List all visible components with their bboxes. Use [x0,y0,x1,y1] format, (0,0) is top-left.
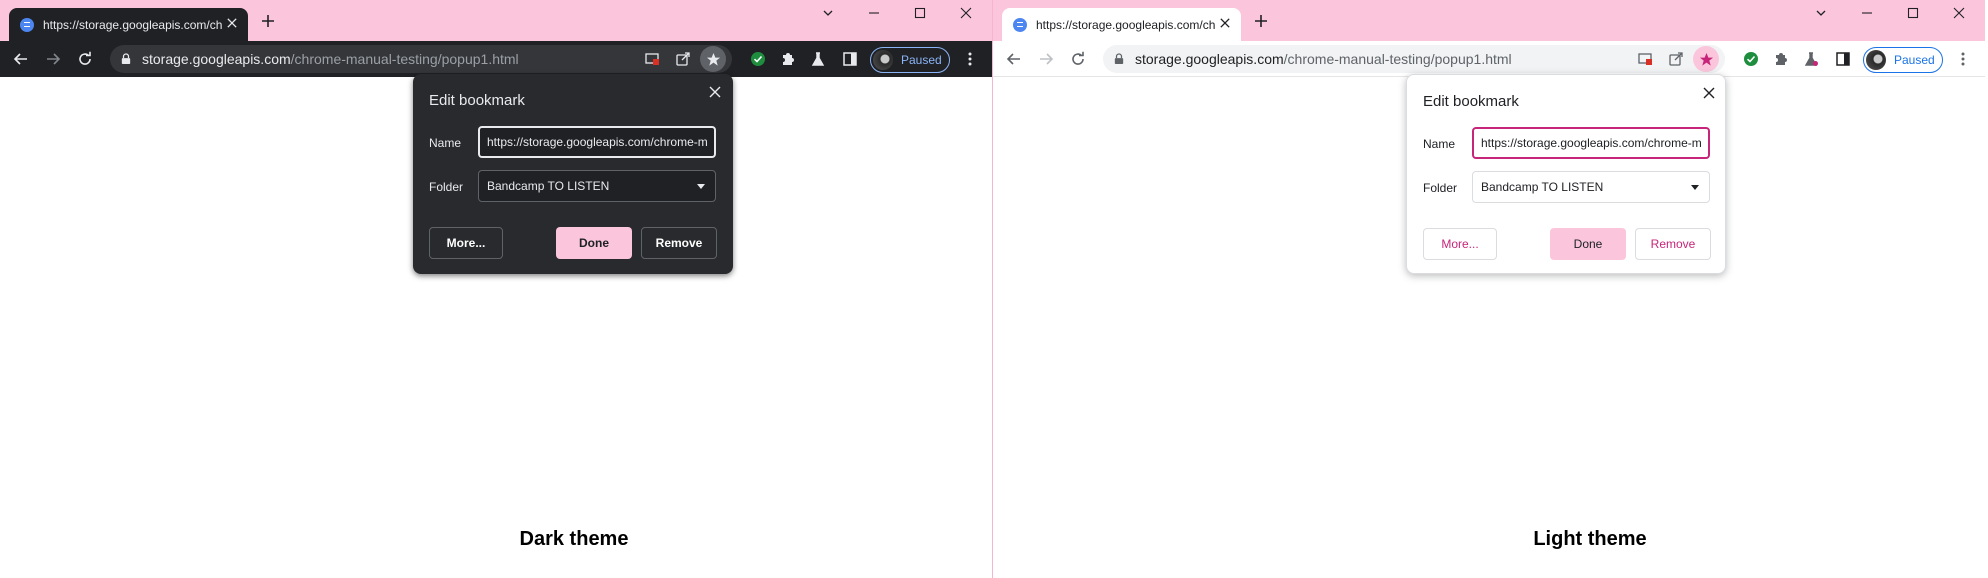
bookmark-name-input[interactable] [478,126,716,158]
remove-button[interactable]: Remove [1635,228,1711,260]
folder-dropdown[interactable]: Bandcamp TO LISTEN [478,170,716,202]
star-icon [1699,52,1713,66]
name-label: Name [1423,137,1456,151]
folder-label: Folder [1423,181,1458,195]
tab-close-icon[interactable] [224,16,240,32]
minimize-icon[interactable] [851,0,897,26]
tab-search-chevron-down-icon[interactable] [805,0,851,26]
profile-status: Paused [1894,53,1935,67]
dark-theme-browser: https://storage.googleapis.com/chrome-ma… [0,0,992,578]
share-icon[interactable] [1664,47,1688,71]
folder-label: Folder [429,180,464,194]
maximize-icon[interactable] [897,0,943,26]
edit-bookmark-dialog: Edit bookmark Name Folder Bandcamp TO LI… [1406,74,1726,274]
tab-title: https://storage.googleapis.com/chrome-ma… [1036,17,1216,32]
toolbar: storage.googleapis.com/chrome-manual-tes… [0,41,992,77]
toolbar: storage.googleapis.com/chrome-manual-tes… [993,41,1985,77]
favicon-icon [1013,17,1027,32]
reload-icon[interactable] [1066,47,1090,71]
back-arrow-icon[interactable] [1002,47,1026,71]
tab-search-chevron-down-icon[interactable] [1798,0,1844,26]
profile-button[interactable]: Paused [1863,47,1943,73]
avatar [1866,50,1886,70]
dialog-close-icon[interactable] [1697,81,1721,105]
done-button[interactable]: Done [556,227,632,259]
dialog-title: Edit bookmark [1423,93,1519,110]
side-panel-icon[interactable] [838,47,862,71]
url-path: /chrome-manual-testing/popup1.html [1283,51,1512,67]
back-arrow-icon[interactable] [9,47,33,71]
done-button[interactable]: Done [1550,228,1626,260]
new-tab-plus-icon[interactable] [1249,9,1273,33]
avatar [873,50,893,70]
forward-arrow-icon[interactable] [41,47,65,71]
url-path: /chrome-manual-testing/popup1.html [290,51,519,67]
browser-tab[interactable]: https://storage.googleapis.com/chrome-ma… [1002,8,1241,41]
bookmark-star-button[interactable] [700,46,726,72]
folder-dropdown[interactable]: Bandcamp TO LISTEN [1472,171,1710,203]
extension-check-icon[interactable] [1739,47,1763,71]
reload-icon[interactable] [73,47,97,71]
favicon-icon [20,17,34,32]
flask-icon[interactable] [806,47,830,71]
dialog-close-icon[interactable] [703,80,727,104]
tab-strip: https://storage.googleapis.com/chrome-ma… [993,0,1985,41]
url-text: storage.googleapis.com/chrome-manual-tes… [142,51,519,67]
tab-title: https://storage.googleapis.com/chrome-ma… [43,17,223,32]
new-tab-plus-icon[interactable] [256,9,280,33]
url-text: storage.googleapis.com/chrome-manual-tes… [1135,51,1512,67]
remove-button[interactable]: Remove [641,227,717,259]
folder-selected-value: Bandcamp TO LISTEN [487,179,610,193]
light-theme-browser: https://storage.googleapis.com/chrome-ma… [993,0,1985,578]
window-close-icon[interactable] [1936,0,1982,26]
folder-selected-value: Bandcamp TO LISTEN [1481,180,1604,194]
url-host: storage.googleapis.com [142,51,291,67]
flask-icon[interactable] [1799,47,1823,71]
edit-bookmark-dialog: Edit bookmark Name Folder Bandcamp TO LI… [413,74,733,274]
forward-arrow-icon[interactable] [1034,47,1058,71]
lock-icon[interactable] [1113,52,1125,66]
extension-check-icon[interactable] [746,47,770,71]
kebab-menu-icon[interactable] [1951,47,1975,71]
address-bar[interactable]: storage.googleapis.com/chrome-manual-tes… [1103,45,1725,73]
star-icon [706,52,720,66]
profile-button[interactable]: Paused [870,47,950,73]
more-button[interactable]: More... [429,227,503,259]
puzzle-icon[interactable] [1769,47,1793,71]
profile-status: Paused [901,53,942,67]
browser-tab[interactable]: https://storage.googleapis.com/chrome-ma… [9,8,248,41]
theme-caption: Light theme [1533,528,1647,550]
share-icon[interactable] [671,47,695,71]
dialog-title: Edit bookmark [429,92,525,109]
cast-icon[interactable] [1633,47,1657,71]
maximize-icon[interactable] [1890,0,1936,26]
bookmark-name-input[interactable] [1472,127,1710,159]
puzzle-icon[interactable] [776,47,800,71]
kebab-menu-icon[interactable] [958,47,982,71]
tab-close-icon[interactable] [1217,16,1233,32]
window-close-icon[interactable] [943,0,989,26]
dropdown-caret-icon [1691,185,1699,190]
url-host: storage.googleapis.com [1135,51,1284,67]
tab-strip: https://storage.googleapis.com/chrome-ma… [0,0,992,41]
more-button[interactable]: More... [1423,228,1497,260]
dropdown-caret-icon [697,184,705,189]
cast-icon[interactable] [640,47,664,71]
name-label: Name [429,136,462,150]
lock-icon[interactable] [120,52,132,66]
side-panel-icon[interactable] [1831,47,1855,71]
minimize-icon[interactable] [1844,0,1890,26]
bookmark-star-button[interactable] [1693,46,1719,72]
address-bar[interactable]: storage.googleapis.com/chrome-manual-tes… [110,45,732,73]
theme-caption: Dark theme [519,528,629,550]
